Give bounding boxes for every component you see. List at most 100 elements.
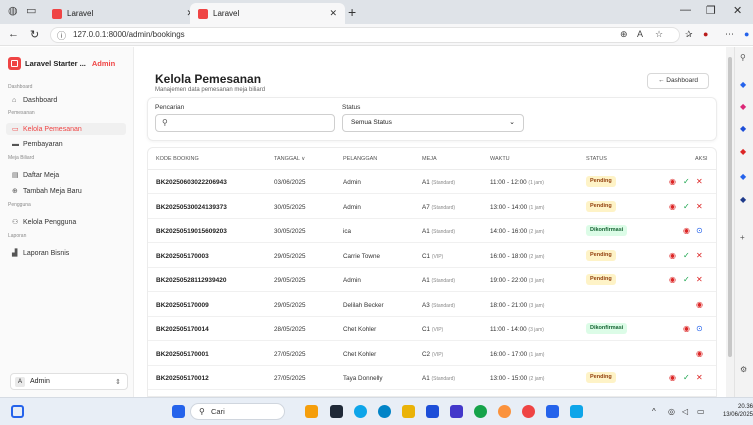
sidebar-item-tambah-meja[interactable]: ⊕ Tambah Meja Baru [6, 185, 126, 197]
cancel-x-icon[interactable]: ✕ [696, 202, 703, 211]
table-row[interactable]: BK20250519015609203 30/05/2025 ica A1 (Stan… [148, 219, 716, 243]
copilot-icon[interactable]: ◆ [740, 80, 746, 89]
view-eye-icon[interactable]: ◉ [669, 251, 676, 260]
view-eye-icon[interactable]: ◉ [669, 373, 676, 382]
cancel-x-icon[interactable]: ✕ [696, 373, 703, 382]
whatsapp-icon[interactable] [474, 405, 487, 418]
chevron-up-icon[interactable]: ^ [652, 407, 656, 416]
close-window-icon[interactable]: ✕ [733, 4, 742, 17]
vscode-icon[interactable] [546, 405, 559, 418]
close-tab-icon[interactable]: ✕ [329, 8, 337, 19]
profile-icon[interactable]: ◍ [8, 5, 18, 17]
app-icon[interactable] [498, 405, 511, 418]
table-row[interactable]: BK20250603022206943 03/06/2025 Admin A1 (St… [148, 170, 716, 194]
volume-icon[interactable]: ◁ [682, 407, 688, 416]
add-icon[interactable]: + [740, 233, 745, 242]
view-eye-icon[interactable]: ◉ [696, 300, 703, 309]
favorite-star-icon[interactable]: ☆ [655, 29, 663, 40]
file-explorer-icon[interactable] [402, 405, 415, 418]
search-icon[interactable]: ⚲ [740, 53, 746, 62]
sidebar-item-pembayaran[interactable]: ▬ Pembayaran [6, 138, 126, 150]
browser-tab-1[interactable]: Laravel ✕ [44, 3, 202, 24]
battery-icon[interactable]: ▭ [697, 407, 705, 416]
user-name: Admin [30, 378, 50, 385]
col-waktu: WAKTU [490, 156, 510, 162]
sidebar-item-dashboard[interactable]: ⌂ Dashboard [6, 94, 126, 106]
app-icon[interactable] [450, 405, 463, 418]
view-eye-icon[interactable]: ◉ [696, 349, 703, 358]
new-tab-button[interactable]: + [348, 4, 356, 20]
edge-icon[interactable] [378, 405, 391, 418]
chrome-icon[interactable] [522, 405, 535, 418]
copilot-icon[interactable]: ● [744, 29, 749, 39]
sidebar-item-kelola-pemesanan[interactable]: ▭ Kelola Pemesanan [6, 123, 126, 135]
taskbar-search[interactable]: ⚲ Cari [190, 403, 285, 420]
site-info-icon[interactable]: ⓘ [57, 29, 66, 43]
group-label-dashboard: Dashboard [8, 84, 33, 90]
tab-actions-icon[interactable]: ▭ [26, 5, 36, 17]
task-view-icon[interactable] [305, 405, 318, 418]
start-icon[interactable] [172, 405, 185, 418]
table-row[interactable]: BK202505170001 27/05/2025 Chet Kohler C2 (V… [148, 342, 716, 366]
confirm-check-icon[interactable]: ✓ [683, 373, 690, 382]
brand[interactable]: Laravel Starter ... Admin [8, 57, 115, 70]
table-row[interactable]: BK20250528112939420 29/05/2025 Admin A1 (St… [148, 268, 716, 292]
table-row[interactable]: BK20250530024139373 30/05/2025 Admin A7 (St… [148, 195, 716, 219]
view-eye-icon[interactable]: ◉ [669, 202, 676, 211]
system-clock[interactable]: 20.36 13/06/2025 [716, 403, 753, 419]
favorites-icon[interactable]: ✰ [685, 29, 693, 40]
scrollbar-thumb[interactable] [728, 57, 732, 357]
sidebar-item-kelola-pengguna[interactable]: ⚇ Kelola Pengguna [6, 216, 126, 228]
confirm-check-icon[interactable]: ✓ [683, 275, 690, 284]
extension-icon[interactable]: ● [703, 29, 708, 39]
confirm-check-icon[interactable]: ✓ [683, 177, 690, 186]
search-input[interactable]: ⚲ [155, 114, 335, 132]
cell-tanggal: 28/05/2025 [274, 326, 306, 333]
tools-icon[interactable]: ◆ [740, 124, 746, 133]
app-icon[interactable] [354, 405, 367, 418]
cancel-x-icon[interactable]: ✕ [696, 177, 703, 186]
confirm-check-icon[interactable]: ✓ [683, 202, 690, 211]
user-menu[interactable]: A Admin ⇕ [10, 373, 128, 390]
url-input[interactable]: ⓘ 127.0.0.1:8000/admin/bookings [50, 27, 680, 43]
confirm-check-icon[interactable]: ✓ [683, 251, 690, 260]
table-row[interactable]: BK202505170012 27/05/2025 Taya Donnelly A1 … [148, 366, 716, 390]
sidebar-item-daftar-meja[interactable]: ▤ Daftar Meja [6, 169, 126, 181]
table-row[interactable]: BK202505170003 29/05/2025 Carrie Towne C1 (… [148, 244, 716, 268]
view-eye-icon[interactable]: ◉ [683, 324, 690, 333]
complete-check-circle-icon[interactable]: ⊙ [696, 324, 703, 333]
widgets-icon[interactable] [11, 405, 24, 418]
settings-gear-icon[interactable]: ⚙ [740, 365, 747, 374]
status-select[interactable]: Semua Status ⌄ [342, 114, 524, 132]
back-icon[interactable]: ← [8, 28, 19, 40]
app-icon[interactable] [570, 405, 583, 418]
zoom-icon[interactable]: ⊕ [620, 29, 628, 40]
table-row[interactable]: BK202505170009 29/05/2025 Delilah Becker A3… [148, 293, 716, 317]
games-icon[interactable]: ◆ [740, 147, 746, 156]
complete-check-circle-icon[interactable]: ⊙ [696, 226, 703, 235]
browser-tab-2[interactable]: Laravel ✕ [190, 3, 345, 24]
read-aloud-icon[interactable]: A [637, 29, 643, 39]
reload-icon[interactable]: ↻ [30, 28, 39, 41]
office-icon[interactable]: ◆ [740, 172, 746, 181]
page-scrollbar[interactable] [726, 47, 734, 397]
cancel-x-icon[interactable]: ✕ [696, 275, 703, 284]
back-to-dashboard-button[interactable]: ← Dashboard [647, 73, 709, 89]
app-icon[interactable] [330, 405, 343, 418]
network-icon[interactable]: ◎ [668, 407, 675, 416]
browser-side-panel: ⚲ ◆ ◆ ◆ ◆ ◆ ◆ + ⚙ [734, 47, 753, 397]
cancel-x-icon[interactable]: ✕ [696, 251, 703, 260]
minimize-icon[interactable]: — [680, 4, 691, 16]
view-eye-icon[interactable]: ◉ [669, 275, 676, 284]
view-eye-icon[interactable]: ◉ [669, 177, 676, 186]
sidebar-item-laporan-bisnis[interactable]: ▟ Laporan Bisnis [6, 247, 126, 259]
shopping-icon[interactable]: ◆ [740, 102, 746, 111]
restore-icon[interactable]: ❐ [706, 4, 716, 17]
store-icon[interactable] [426, 405, 439, 418]
outlook-icon[interactable]: ◆ [740, 195, 746, 204]
table-row[interactable]: BK202505170014 28/05/2025 Chet Kohler C1 (V… [148, 317, 716, 341]
view-eye-icon[interactable]: ◉ [683, 226, 690, 235]
more-menu-icon[interactable]: ⋯ [725, 29, 734, 40]
cell-pelanggan: Taya Donnelly [343, 375, 383, 382]
col-tanggal[interactable]: TANGGAL ∨ [274, 156, 305, 162]
